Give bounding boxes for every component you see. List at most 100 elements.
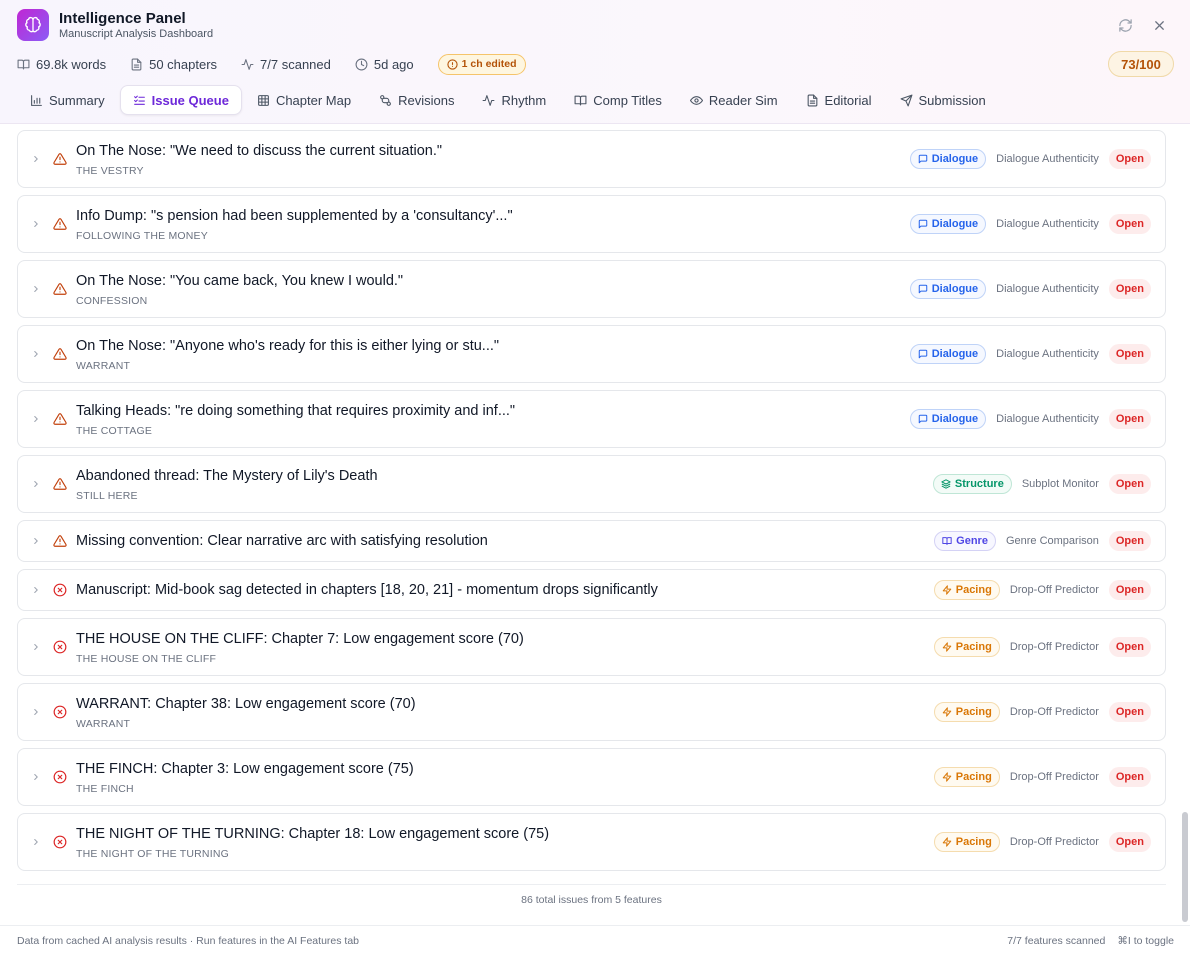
warning-icon	[53, 413, 67, 425]
tab-comp-titles[interactable]: Comp Titles	[561, 85, 675, 115]
chevron-right-icon[interactable]	[31, 219, 41, 229]
file-icon	[131, 58, 142, 70]
refresh-button[interactable]	[1115, 15, 1135, 35]
feature-name: Genre Comparison	[1005, 535, 1099, 547]
message-icon	[918, 219, 927, 229]
stats-bar: 69.8k words 50 chapters 7/7 scanned 5d a…	[17, 52, 526, 76]
status-badge[interactable]: Open	[1108, 279, 1151, 299]
panel-subtitle: Manuscript Analysis Dashboard	[59, 28, 214, 40]
category-badge: Pacing	[933, 767, 1000, 787]
status-badge[interactable]: Open	[1108, 531, 1151, 551]
error-circle-icon	[53, 705, 67, 719]
issue-row[interactable]: Talking Heads: "re doing something that …	[17, 390, 1166, 448]
chevron-right-icon[interactable]	[31, 479, 41, 489]
status-badge[interactable]: Open	[1108, 637, 1151, 657]
issue-row[interactable]: Missing convention: Clear narrative arc …	[17, 520, 1166, 562]
issue-chapter: THE FINCH	[76, 783, 134, 795]
tab-chapter-map[interactable]: Chapter Map	[244, 85, 364, 115]
tab-editorial[interactable]: Editorial	[793, 85, 885, 115]
category-badge: Pacing	[933, 580, 1000, 600]
issue-row[interactable]: THE NIGHT OF THE TURNING: Chapter 18: Lo…	[17, 813, 1166, 871]
warning-icon	[53, 535, 67, 547]
feature-name: Dialogue Authenticity	[996, 413, 1099, 425]
chevron-right-icon[interactable]	[31, 642, 41, 652]
scrollbar-thumb[interactable]	[1182, 812, 1188, 922]
chevron-right-icon[interactable]	[31, 837, 41, 847]
close-icon	[1154, 20, 1164, 30]
issue-row[interactable]: THE FINCH: Chapter 3: Low engagement sco…	[17, 748, 1166, 806]
status-badge[interactable]: Open	[1108, 344, 1151, 364]
category-badge: Pacing	[933, 637, 1000, 657]
edited-badge: 1 ch edited	[437, 53, 526, 75]
scanned-stat: 7/7 scanned	[241, 57, 331, 72]
status-badge[interactable]: Open	[1108, 580, 1151, 600]
chevron-right-icon[interactable]	[31, 585, 41, 595]
issue-row[interactable]: WARRANT: Chapter 38: Low engagement scor…	[17, 683, 1166, 741]
issue-row[interactable]: Abandoned thread: The Mystery of Lily's …	[17, 455, 1166, 513]
issue-chapter: WARRANT	[76, 718, 131, 730]
feature-name: Drop-Off Predictor	[1009, 771, 1099, 783]
send-icon	[900, 94, 912, 106]
warning-icon	[53, 153, 67, 165]
issue-title: Info Dump: "s pension had been supplemen…	[76, 208, 513, 224]
warning-icon	[53, 218, 67, 230]
tab-reader-sim[interactable]: Reader Sim	[677, 85, 791, 115]
issue-row[interactable]: On The Nose: "You came back, You knew I …	[17, 260, 1166, 318]
issue-title: Missing convention: Clear narrative arc …	[76, 533, 488, 549]
category-badge: Structure	[932, 474, 1012, 494]
status-badge[interactable]: Open	[1108, 702, 1151, 722]
category-badge: Dialogue	[909, 214, 987, 234]
category-badge: Pacing	[933, 832, 1000, 852]
status-badge[interactable]: Open	[1108, 767, 1151, 787]
clock-icon	[355, 58, 368, 70]
issue-title: THE HOUSE ON THE CLIFF: Chapter 7: Low e…	[76, 631, 524, 647]
chapter-count-stat: 50 chapters	[130, 57, 217, 72]
issue-row[interactable]: On The Nose: "Anyone who's ready for thi…	[17, 325, 1166, 383]
status-badge[interactable]: Open	[1108, 409, 1151, 429]
zap-icon	[942, 837, 951, 847]
word-count-stat: 69.8k words	[17, 57, 106, 72]
issue-title: THE FINCH: Chapter 3: Low engagement sco…	[76, 761, 414, 777]
issue-chapter: FOLLOWING THE MONEY	[76, 230, 208, 242]
tab-rhythm[interactable]: Rhythm	[469, 85, 559, 115]
issue-row[interactable]: Manuscript: Mid-book sag detected in cha…	[17, 569, 1166, 611]
close-button[interactable]	[1149, 15, 1169, 35]
issue-chapter: THE HOUSE ON THE CLIFF	[76, 653, 217, 665]
issue-row[interactable]: THE HOUSE ON THE CLIFF: Chapter 7: Low e…	[17, 618, 1166, 676]
chevron-right-icon[interactable]	[31, 349, 41, 359]
status-badge[interactable]: Open	[1108, 149, 1151, 169]
warning-icon	[53, 283, 67, 295]
tab-summary[interactable]: Summary	[17, 85, 118, 115]
message-icon	[918, 349, 927, 359]
issue-row[interactable]: On The Nose: "We need to discuss the cur…	[17, 130, 1166, 188]
file-text-icon	[807, 94, 817, 106]
chevron-right-icon[interactable]	[31, 414, 41, 424]
status-badge[interactable]: Open	[1108, 832, 1151, 852]
chevron-right-icon[interactable]	[31, 536, 41, 546]
category-badge: Dialogue	[909, 149, 987, 169]
zap-icon	[942, 642, 951, 652]
issue-chapter: CONFESSION	[76, 295, 148, 307]
issue-title: Talking Heads: "re doing something that …	[76, 403, 516, 419]
activity-icon	[482, 94, 495, 106]
feature-name: Drop-Off Predictor	[1009, 584, 1099, 596]
chevron-right-icon[interactable]	[31, 772, 41, 782]
panel-footer: Data from cached AI analysis results · R…	[0, 925, 1190, 956]
status-badge[interactable]: Open	[1108, 474, 1151, 494]
issue-title: Manuscript: Mid-book sag detected in cha…	[76, 582, 658, 598]
tab-revisions[interactable]: Revisions	[366, 85, 467, 115]
tab-issue-queue[interactable]: Issue Queue	[119, 85, 242, 115]
chevron-right-icon[interactable]	[31, 154, 41, 164]
chevron-right-icon[interactable]	[31, 707, 41, 717]
chevron-right-icon[interactable]	[31, 284, 41, 294]
footer-info: Data from cached AI analysis results · R…	[17, 935, 360, 947]
book-open-icon	[942, 537, 952, 545]
warning-icon	[53, 478, 67, 490]
issue-row[interactable]: Info Dump: "s pension had been supplemen…	[17, 195, 1166, 253]
tab-submission[interactable]: Submission	[887, 85, 999, 115]
status-badge[interactable]: Open	[1108, 214, 1151, 234]
brain-icon	[17, 9, 49, 41]
issue-title: Abandoned thread: The Mystery of Lily's …	[76, 468, 378, 484]
divider	[17, 884, 1166, 885]
issue-title: On The Nose: "Anyone who's ready for thi…	[76, 338, 500, 354]
